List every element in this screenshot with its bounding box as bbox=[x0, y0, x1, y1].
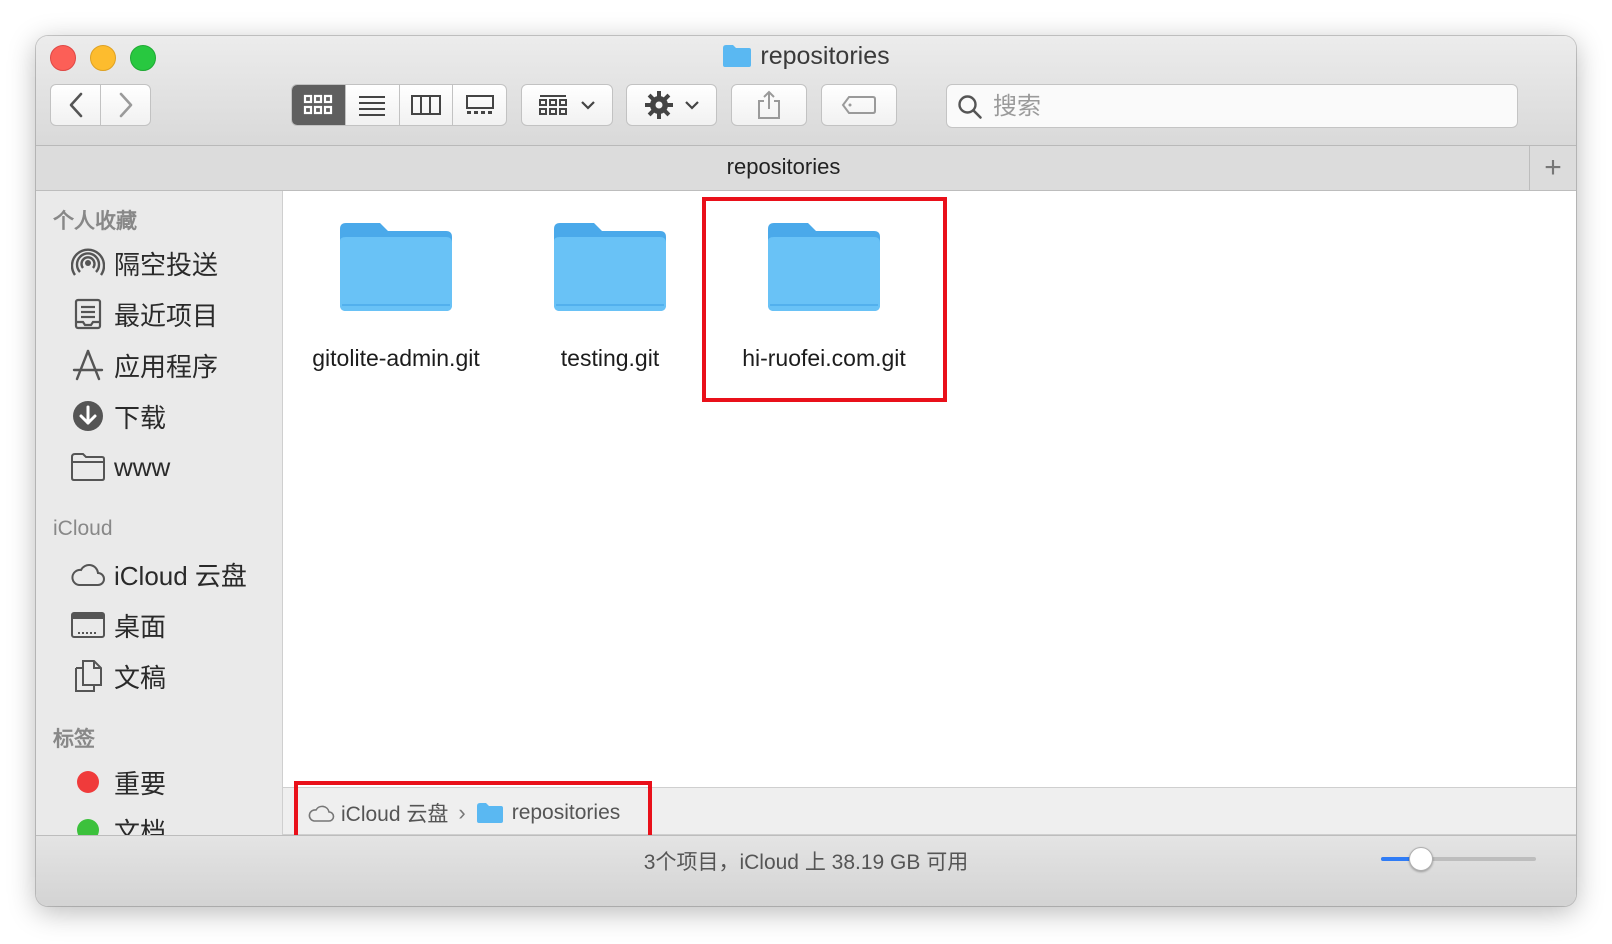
list-view-button[interactable] bbox=[346, 85, 400, 125]
window-title-text: repositories bbox=[760, 42, 890, 70]
sidebar-item-recents[interactable]: 最近项目 bbox=[70, 295, 275, 333]
gallery-view-button[interactable] bbox=[453, 85, 506, 125]
sidebar-tag-important[interactable]: 重要 bbox=[70, 763, 275, 801]
share-button[interactable] bbox=[731, 84, 807, 126]
group-by-button[interactable] bbox=[521, 84, 613, 126]
tag-color-icon bbox=[70, 812, 106, 835]
status-bar: 3个项目，iCloud 上 38.19 GB 可用 bbox=[36, 835, 1576, 906]
tag-icon bbox=[841, 96, 876, 114]
group-by-icon bbox=[539, 95, 567, 115]
sidebar-tag-docs[interactable]: 文档 bbox=[70, 811, 275, 835]
column-view-icon bbox=[410, 95, 441, 115]
search-field[interactable] bbox=[946, 84, 1518, 128]
gallery-view-icon bbox=[465, 95, 494, 114]
sidebar-item-desktop[interactable]: 桌面 bbox=[70, 606, 275, 644]
finder-window: repositories 搜索 repositories + 个人收藏 隔空投送… bbox=[36, 36, 1576, 906]
chevron-down-icon bbox=[684, 101, 699, 110]
chevron-left-icon bbox=[69, 92, 82, 118]
tag-color-icon bbox=[70, 764, 106, 800]
gear-icon bbox=[644, 91, 673, 119]
view-mode-group bbox=[291, 84, 507, 126]
download-icon bbox=[70, 398, 106, 434]
airdrop-icon bbox=[70, 245, 106, 281]
path-bar: iCloud 云盘 › repositories bbox=[283, 781, 1576, 842]
sidebar-item-label: iCloud 云盘 bbox=[114, 560, 247, 591]
tag-button[interactable] bbox=[821, 84, 897, 126]
folder-icon bbox=[70, 449, 106, 485]
sidebar-section-tags: 标签 bbox=[53, 728, 95, 751]
file-browser: gitolite-admin.git testing.git hi-ruofei… bbox=[283, 191, 1576, 787]
sidebar-item-label: 下载 bbox=[114, 402, 167, 433]
tab-bar: repositories + bbox=[36, 146, 1576, 191]
applications-icon bbox=[70, 347, 106, 383]
highlight-box bbox=[702, 197, 947, 402]
share-icon bbox=[758, 90, 780, 119]
sidebar-item-label: 隔空投送 bbox=[114, 249, 219, 280]
status-text: 3个项目，iCloud 上 38.19 GB 可用 bbox=[643, 851, 969, 874]
folder-item[interactable]: testing.git bbox=[505, 219, 715, 372]
folder-icon bbox=[554, 223, 666, 311]
folder-item[interactable]: gitolite-admin.git bbox=[291, 219, 501, 372]
chevron-right-icon bbox=[119, 92, 132, 118]
list-view-icon bbox=[359, 96, 386, 116]
cloud-icon bbox=[70, 556, 106, 592]
highlight-box bbox=[294, 781, 652, 842]
sidebar-item-applications[interactable]: 应用程序 bbox=[70, 346, 275, 384]
search-icon bbox=[958, 95, 982, 119]
sidebar-item-documents[interactable]: 文稿 bbox=[70, 657, 275, 695]
icon-size-slider[interactable] bbox=[1381, 847, 1536, 871]
forward-button[interactable] bbox=[101, 85, 150, 125]
sidebar-item-label: 应用程序 bbox=[114, 351, 219, 382]
search-input[interactable] bbox=[991, 89, 1495, 125]
toolbar: repositories bbox=[36, 36, 1576, 146]
sidebar-item-www[interactable]: www bbox=[70, 448, 275, 486]
sidebar-item-label: 最近项目 bbox=[114, 300, 219, 331]
sidebar-section-favorites: 个人收藏 bbox=[53, 210, 137, 233]
back-button[interactable] bbox=[51, 85, 101, 125]
sidebar-item-label: www bbox=[114, 451, 171, 482]
tab-repositories[interactable]: repositories bbox=[36, 154, 1531, 180]
recents-icon bbox=[70, 296, 106, 332]
sidebar-item-label: 重要 bbox=[114, 768, 167, 799]
folder-icon bbox=[340, 223, 452, 311]
icon-view-icon bbox=[304, 94, 333, 115]
sidebar-item-label: 文档 bbox=[114, 816, 167, 836]
icon-view-button[interactable] bbox=[292, 85, 346, 125]
window-title: repositories bbox=[36, 42, 1576, 71]
sidebar-item-airdrop[interactable]: 隔空投送 bbox=[70, 244, 275, 282]
sidebar-item-label: 文稿 bbox=[114, 662, 167, 693]
chevron-down-icon bbox=[581, 101, 595, 110]
folder-name: gitolite-admin.git bbox=[312, 345, 480, 371]
column-view-button[interactable] bbox=[400, 85, 454, 125]
back-forward-group bbox=[50, 84, 151, 126]
action-menu-button[interactable] bbox=[626, 84, 717, 126]
new-tab-button[interactable]: + bbox=[1529, 146, 1576, 190]
folder-name: testing.git bbox=[560, 345, 660, 371]
sidebar-section-icloud: iCloud bbox=[53, 517, 113, 540]
sidebar-item-icloud-drive[interactable]: iCloud 云盘 bbox=[70, 555, 275, 593]
documents-icon bbox=[70, 658, 106, 694]
slider-knob[interactable] bbox=[1409, 847, 1433, 871]
sidebar-item-label: 桌面 bbox=[114, 611, 167, 642]
desktop-icon bbox=[70, 607, 106, 643]
sidebar: 个人收藏 隔空投送 最近项目 应用程序 下载 www iCloud iCloud… bbox=[36, 191, 283, 835]
folder-icon bbox=[723, 45, 752, 67]
sidebar-item-downloads[interactable]: 下载 bbox=[70, 397, 275, 435]
